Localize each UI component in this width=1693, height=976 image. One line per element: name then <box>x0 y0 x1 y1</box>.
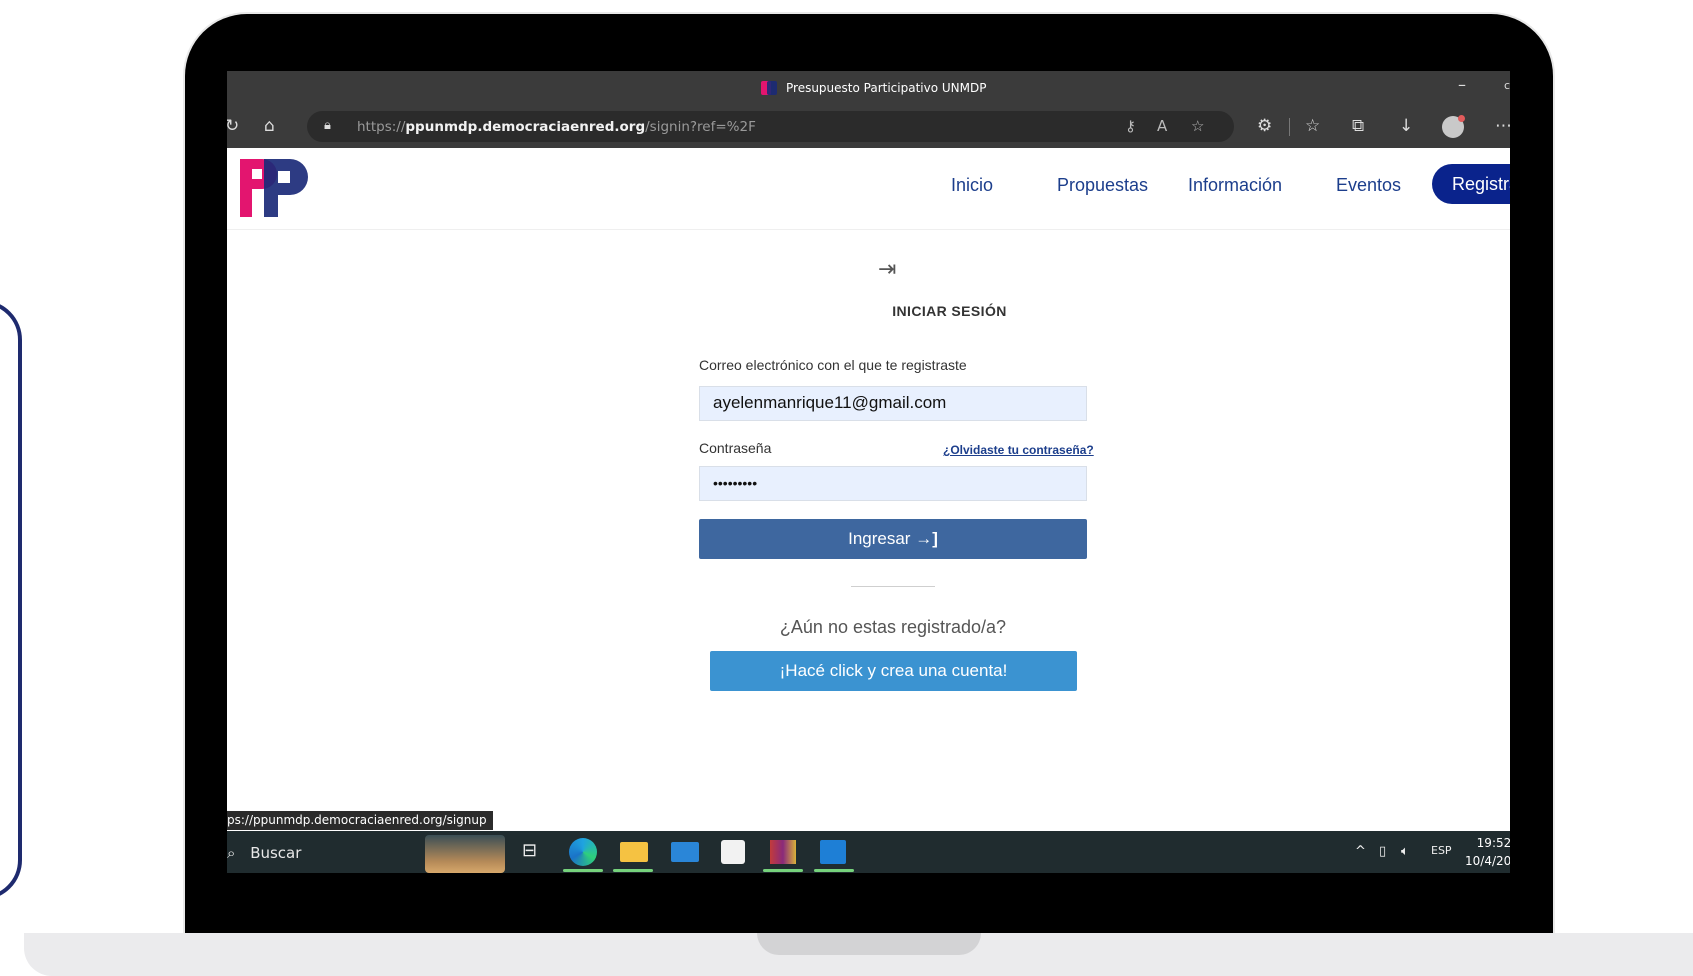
profile-avatar[interactable] <box>1442 115 1465 138</box>
nav-informacion[interactable]: Información <box>1188 175 1282 196</box>
extensions-icon[interactable]: ⚙ <box>1257 116 1272 136</box>
password-field[interactable]: ••••••••• <box>699 466 1087 501</box>
url-bar[interactable]: 🔒︎ https://ppunmdp.democraciaenred.org/s… <box>307 111 1234 142</box>
forgot-password-link[interactable]: ¿Olvidaste tu contraseña? <box>943 443 1094 457</box>
edge-active-indicator <box>563 869 603 872</box>
toolbar-separator <box>1289 118 1290 136</box>
minimize-icon[interactable]: – <box>1458 75 1466 94</box>
search-icon: ⌕ <box>227 844 236 862</box>
window-title-text: Presupuesto Participativo UNMDP <box>786 81 987 95</box>
winrar-icon[interactable] <box>770 840 796 864</box>
sign-in-icon: ⇥ <box>878 256 897 281</box>
video-editor-icon[interactable] <box>820 840 846 864</box>
laptop-notch <box>757 933 981 955</box>
edge-icon[interactable] <box>569 838 597 866</box>
clock-time: 19:52 <box>1476 836 1510 850</box>
stage: Presupuesto Participativo UNMDP – c ↻ ⌂ … <box>0 0 1693 976</box>
url-text[interactable]: https://ppunmdp.democraciaenred.org/sign… <box>357 119 756 135</box>
taskbar-clock[interactable]: 19:52 10/4/20 <box>1465 834 1510 870</box>
not-registered-text: ¿Aún no estas registrado/a? <box>779 617 1007 637</box>
clock-date: 10/4/20 <box>1465 854 1510 868</box>
address-toolbar: ↻ ⌂ 🔒︎ https://ppunmdp.democraciaenred.o… <box>227 106 1510 148</box>
chevron-up-icon[interactable]: ^ <box>1355 844 1366 859</box>
nav-propuestas[interactable]: Propuestas <box>1057 175 1148 196</box>
collections-icon[interactable]: ⧉ <box>1352 116 1364 136</box>
page-title: INICIAR SESIÓN <box>892 303 1007 319</box>
read-aloud-icon[interactable]: A <box>1157 117 1167 135</box>
register-button[interactable]: Registrarse <box>1432 164 1510 204</box>
nav-inicio[interactable]: Inicio <box>951 175 993 196</box>
battery-icon[interactable]: ▯ <box>1379 844 1386 859</box>
video-active-indicator <box>814 869 854 872</box>
window-title: Presupuesto Participativo UNMDP <box>761 81 986 95</box>
sign-in-arrow-icon: →] <box>915 529 938 548</box>
password-label: Contraseña <box>699 440 772 456</box>
refresh-icon[interactable]: ↻ <box>227 116 239 136</box>
decorative-frame <box>0 300 22 900</box>
window-titlebar: Presupuesto Participativo UNMDP – c <box>227 71 1510 106</box>
browser-screen: Presupuesto Participativo UNMDP – c ↻ ⌂ … <box>227 71 1510 873</box>
site-header: Inicio Propuestas Información Eventos Re… <box>227 148 1510 230</box>
taskbar-search[interactable]: ⌕ Buscar <box>227 844 301 862</box>
store-icon[interactable] <box>721 840 745 864</box>
task-view-icon[interactable]: ⊟ <box>522 838 550 866</box>
explorer-active-indicator <box>613 869 653 872</box>
email-label: Correo electrónico con el que te registr… <box>699 357 967 373</box>
pp-logo[interactable] <box>240 159 312 217</box>
volume-icon[interactable]: 🔈︎ <box>1401 844 1409 859</box>
home-icon[interactable]: ⌂ <box>264 116 275 136</box>
favorites-icon[interactable]: ☆ <box>1305 116 1320 136</box>
key-icon[interactable]: ⚷ <box>1125 117 1136 135</box>
mail-icon[interactable] <box>671 842 699 862</box>
maximize-icon[interactable]: c <box>1504 79 1510 92</box>
site-favicon-icon <box>761 81 778 95</box>
search-label: Buscar <box>250 844 302 862</box>
email-field[interactable]: ayelenmanrique11@gmail.com <box>699 386 1087 421</box>
file-explorer-icon[interactable] <box>620 842 648 862</box>
language-indicator[interactable]: ESP <box>1431 844 1452 857</box>
favorite-add-icon[interactable]: ☆ <box>1191 117 1204 135</box>
more-icon[interactable]: ⋯ <box>1495 116 1510 136</box>
download-icon[interactable]: ↓ <box>1399 116 1413 136</box>
search-highlight-image[interactable] <box>425 835 505 873</box>
lock-icon[interactable]: 🔒︎ <box>324 118 331 133</box>
divider <box>851 586 935 587</box>
winrar-active-indicator <box>763 869 803 872</box>
login-button[interactable]: Ingresar →] <box>699 519 1087 559</box>
create-account-button[interactable]: ¡Hacé click y crea una cuenta! <box>710 651 1077 691</box>
login-button-label: Ingresar <box>848 529 911 548</box>
windows-taskbar: ⌕ Buscar ⊟ ^ ▯ 🔈︎ ESP 19:52 10/4/20 <box>227 831 1510 873</box>
status-bar-link: ps://ppunmdp.democraciaenred.org/signup <box>227 811 493 830</box>
nav-eventos[interactable]: Eventos <box>1336 175 1401 196</box>
